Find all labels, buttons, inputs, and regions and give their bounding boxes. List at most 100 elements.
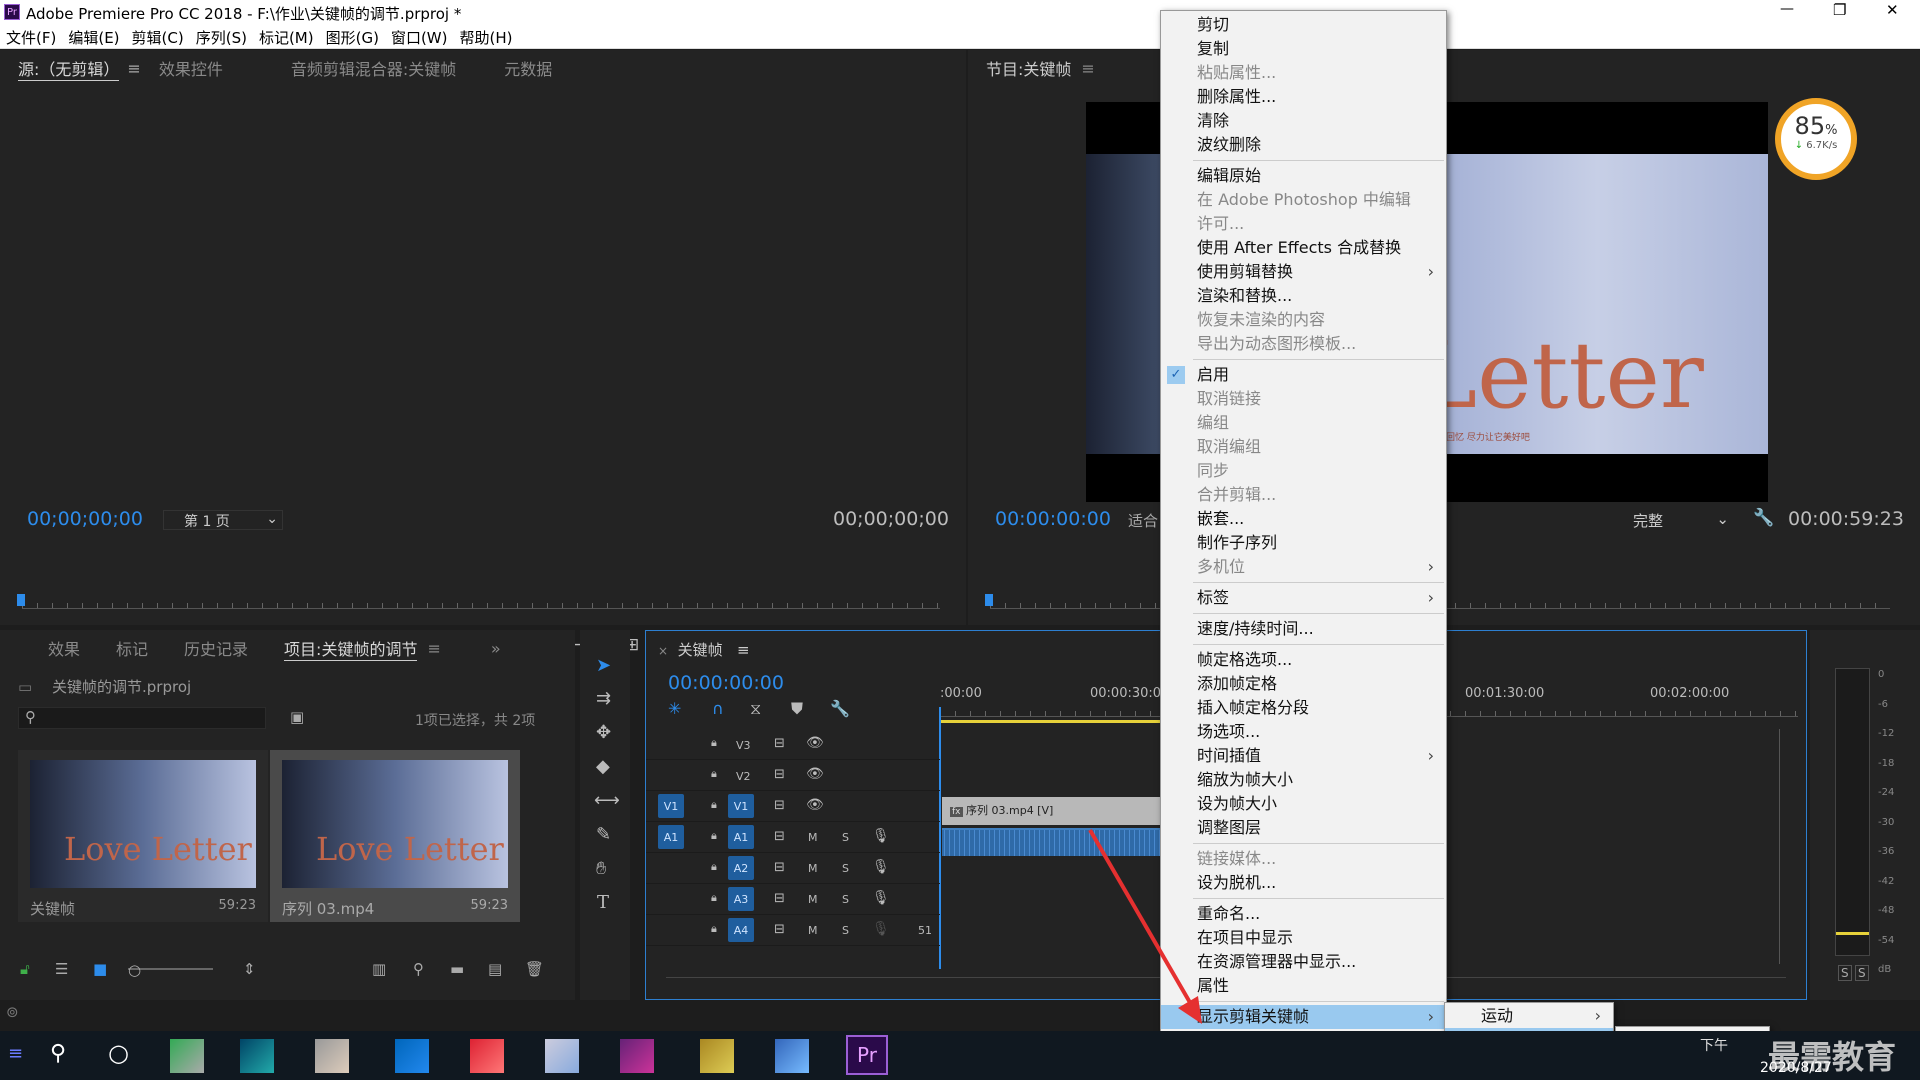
menu-item[interactable]: 删除属性... <box>1161 85 1446 109</box>
menu-item[interactable]: 清除 <box>1161 109 1446 133</box>
menu-item[interactable]: 场选项... <box>1161 720 1446 744</box>
menu-item[interactable]: 制作子序列 <box>1161 531 1446 555</box>
project-item[interactable]: Love Letter 关键帧 59:23 <box>18 750 268 922</box>
sync-lock-icon[interactable]: ⊟ <box>774 736 785 751</box>
snap-icon[interactable]: ∩ <box>712 699 724 718</box>
track-select-tool-icon[interactable]: ⇉ <box>596 688 611 709</box>
mute-button[interactable]: M <box>808 893 818 906</box>
menu-item[interactable]: 设为帧大小 <box>1161 792 1446 816</box>
panel-menu-icon[interactable]: ≡ <box>427 639 440 658</box>
list-view-icon[interactable]: ☰ <box>55 960 68 978</box>
find-icon[interactable]: ⚲ <box>413 960 424 978</box>
minimize-button[interactable]: — <box>1780 1 1794 17</box>
menu-item[interactable]: 速度/持续时间... <box>1161 617 1446 641</box>
lock-icon[interactable]: 🔒︎ <box>711 829 717 843</box>
taskbar-app-4-icon[interactable] <box>395 1039 429 1073</box>
solo-button[interactable]: S <box>842 862 849 875</box>
taskbar-app-2-icon[interactable] <box>240 1039 274 1073</box>
eye-icon[interactable]: 👁︎ <box>806 797 824 813</box>
mute-button[interactable]: M <box>808 924 818 937</box>
project-item-selected[interactable]: Love Letter 序列 03.mp4 59:23 <box>270 750 520 922</box>
mute-button[interactable]: M <box>808 862 818 875</box>
taskbar-app-6-icon[interactable] <box>545 1039 579 1073</box>
razor-tool-icon[interactable]: ◆ <box>596 756 610 777</box>
source-patch-a1[interactable]: A1 <box>658 825 684 849</box>
tab-effects[interactable]: 效果 <box>48 636 80 660</box>
track-target-a4[interactable]: A4 <box>728 918 754 942</box>
new-bin-icon[interactable]: ▬ <box>450 960 464 978</box>
menu-item[interactable]: 插入帧定格分段 <box>1161 696 1446 720</box>
menu-item[interactable]: 帧定格选项... <box>1161 648 1446 672</box>
menu-item[interactable]: 剪切 <box>1161 13 1446 37</box>
taskbar-app-8-icon[interactable] <box>700 1039 734 1073</box>
trash-icon[interactable]: 🗑︎ <box>525 960 544 978</box>
sync-lock-icon[interactable]: ⊟ <box>774 829 785 844</box>
menu-item[interactable]: 运动 › <box>1445 1004 1613 1028</box>
sync-lock-icon[interactable]: ⊟ <box>774 891 785 906</box>
eye-icon[interactable]: 👁︎ <box>806 766 824 782</box>
work-area-bar[interactable] <box>940 720 1160 723</box>
tab-program[interactable]: 节目:关键帧 <box>986 56 1071 80</box>
restore-button[interactable]: ❐ <box>1833 1 1846 19</box>
microphone-icon[interactable]: 🎙︎ <box>872 921 890 937</box>
premiere-taskbar-icon[interactable]: Pr <box>846 1035 888 1075</box>
sync-lock-icon[interactable]: ⊟ <box>774 767 785 782</box>
tab-project[interactable]: 项目:关键帧的调节 <box>284 636 418 661</box>
menu-item[interactable]: 使用 After Effects 合成替换 <box>1161 236 1446 260</box>
microphone-icon[interactable]: 🎙︎ <box>872 890 890 906</box>
source-time-ruler[interactable] <box>22 595 940 609</box>
fit-select[interactable]: 适合 <box>1128 510 1158 531</box>
menu-item[interactable]: 渲染和替换... <box>1161 284 1446 308</box>
panel-menu-icon[interactable]: ≡ <box>737 641 750 659</box>
new-bin-from-search-icon[interactable]: ▣ <box>290 708 304 726</box>
cortana-icon[interactable]: ○ <box>108 1039 129 1067</box>
tab-markers[interactable]: 标记 <box>116 636 148 660</box>
track-target-v1[interactable]: V1 <box>728 794 754 818</box>
menu-item[interactable]: 时间插值 › <box>1161 744 1446 768</box>
menu-item[interactable]: 波纹删除 <box>1161 133 1446 157</box>
menu-item[interactable]: ✓ 启用 <box>1161 363 1446 387</box>
zoom-handle-icon[interactable]: ○ <box>128 961 141 979</box>
sync-lock-icon[interactable]: ⊟ <box>774 860 785 875</box>
solo-button[interactable]: S <box>842 924 849 937</box>
tab-metadata[interactable]: 元数据 <box>504 56 552 80</box>
sync-lock-icon[interactable]: ⊟ <box>774 922 785 937</box>
eye-icon[interactable]: 👁︎ <box>806 735 824 751</box>
timeline-tab[interactable]: × 关键帧 ≡ <box>658 639 750 660</box>
quality-select[interactable]: 完整 ⌄ <box>1633 510 1733 530</box>
meter-solo-left[interactable]: S <box>1838 965 1852 981</box>
project-search-input[interactable]: ⚲ <box>18 707 266 729</box>
menu-item[interactable]: 添加帧定格 <box>1161 672 1446 696</box>
close-tab-icon[interactable]: × <box>658 644 668 658</box>
source-timecode-in[interactable]: 00;00;00;00 <box>27 508 143 530</box>
hand-tool-icon[interactable]: ✋︎ <box>596 858 606 879</box>
source-playhead[interactable] <box>17 594 25 606</box>
tab-effect-controls[interactable]: 效果控件 <box>159 56 223 80</box>
new-item-icon[interactable]: ▤ <box>488 960 502 978</box>
menu-window[interactable]: 窗口(W) <box>385 25 454 50</box>
start-icon[interactable]: ≡ <box>8 1043 23 1064</box>
menu-item[interactable]: 使用剪辑替换 › <box>1161 260 1446 284</box>
menu-sequence[interactable]: 序列(S) <box>190 25 253 50</box>
tab-source[interactable]: 源:（无剪辑） <box>18 56 120 81</box>
tab-history[interactable]: 历史记录 <box>184 636 248 660</box>
slip-tool-icon[interactable]: ⟷ <box>594 790 620 811</box>
timeline-timecode[interactable]: 00:00:00:00 <box>668 672 784 694</box>
menu-edit[interactable]: 编辑(E) <box>62 25 125 50</box>
mute-button[interactable]: M <box>808 831 818 844</box>
menu-item[interactable]: 标签 › <box>1161 586 1446 610</box>
lock-icon[interactable]: 🔒︎ <box>711 798 717 812</box>
selection-tool-icon[interactable]: ➤ <box>596 655 611 676</box>
menu-item[interactable]: 复制 <box>1161 37 1446 61</box>
source-patch-v1[interactable]: V1 <box>658 794 684 818</box>
speed-badge[interactable]: 85% ↓ 6.7K/s <box>1775 98 1857 180</box>
sort-icon[interactable]: ⇕ <box>243 960 256 978</box>
taskbar-app-5-icon[interactable] <box>470 1039 504 1073</box>
nest-icon[interactable]: ✳ <box>668 699 681 718</box>
taskbar-app-7-icon[interactable] <box>620 1039 654 1073</box>
type-tool-icon[interactable]: T <box>597 892 609 913</box>
meter-solo-right[interactable]: S <box>1855 965 1869 981</box>
sync-lock-icon[interactable]: ⊟ <box>774 798 785 813</box>
panel-menu-icon[interactable]: ≡ <box>127 59 140 78</box>
solo-button[interactable]: S <box>842 893 849 906</box>
